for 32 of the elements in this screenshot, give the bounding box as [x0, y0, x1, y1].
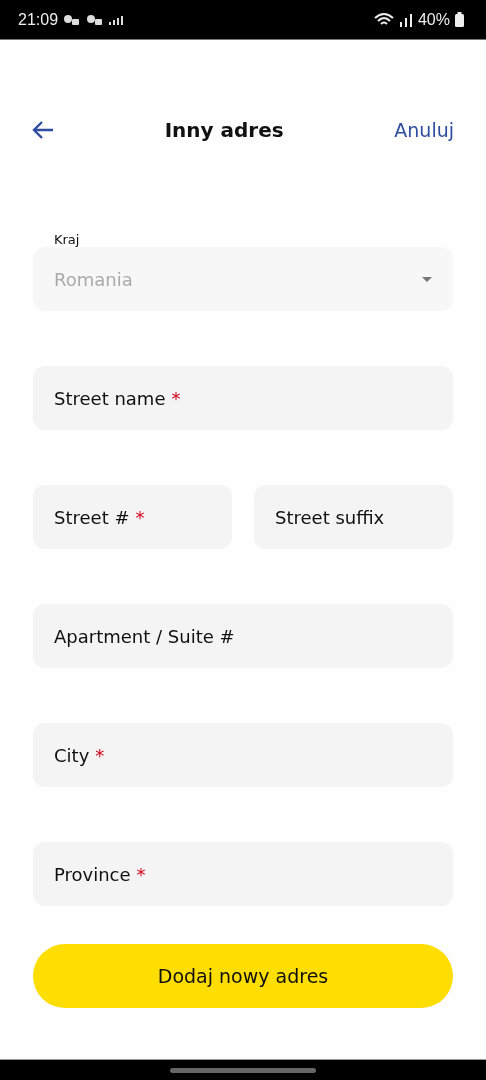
signal-icon: [398, 12, 413, 27]
input-field[interactable]: Apartment / Suite #: [33, 604, 453, 668]
input-field[interactable]: Street suffix: [254, 485, 453, 549]
required-mark: *: [136, 863, 146, 885]
field-placeholder: Apartment / Suite #: [54, 625, 235, 647]
field-placeholder: Street #: [54, 506, 130, 528]
field-label: Kraj: [54, 232, 81, 247]
input-field[interactable]: City *: [33, 723, 453, 787]
required-mark: *: [135, 506, 145, 528]
back-arrow-icon: [32, 121, 54, 139]
country-value: Romania: [54, 268, 133, 290]
field-placeholder: City: [54, 744, 90, 766]
status-time: 21:09: [18, 10, 59, 29]
home-indicator[interactable]: [170, 1067, 316, 1073]
required-mark: *: [95, 744, 105, 766]
add-address-button[interactable]: Dodaj nowy adres: [33, 944, 453, 1008]
field-placeholder: Street suffix: [275, 506, 385, 528]
battery-percent: 40%: [417, 10, 450, 29]
cancel-link[interactable]: Anuluj: [394, 119, 454, 141]
dropdown-caret-icon: [422, 276, 432, 282]
field-placeholder: Province: [54, 863, 131, 885]
field-placeholder: Street name: [54, 387, 166, 409]
back-button[interactable]: [32, 121, 54, 139]
required-mark: *: [171, 387, 181, 409]
notification-icon: [86, 13, 105, 26]
battery-icon: [455, 12, 464, 27]
input-field[interactable]: Street name *: [33, 366, 453, 430]
input-field[interactable]: Street # *: [33, 485, 232, 549]
input-field[interactable]: Province *: [33, 842, 453, 906]
notification-icon: [63, 13, 82, 26]
signal-icon: [109, 14, 124, 25]
page-title: Inny adres: [164, 118, 284, 142]
